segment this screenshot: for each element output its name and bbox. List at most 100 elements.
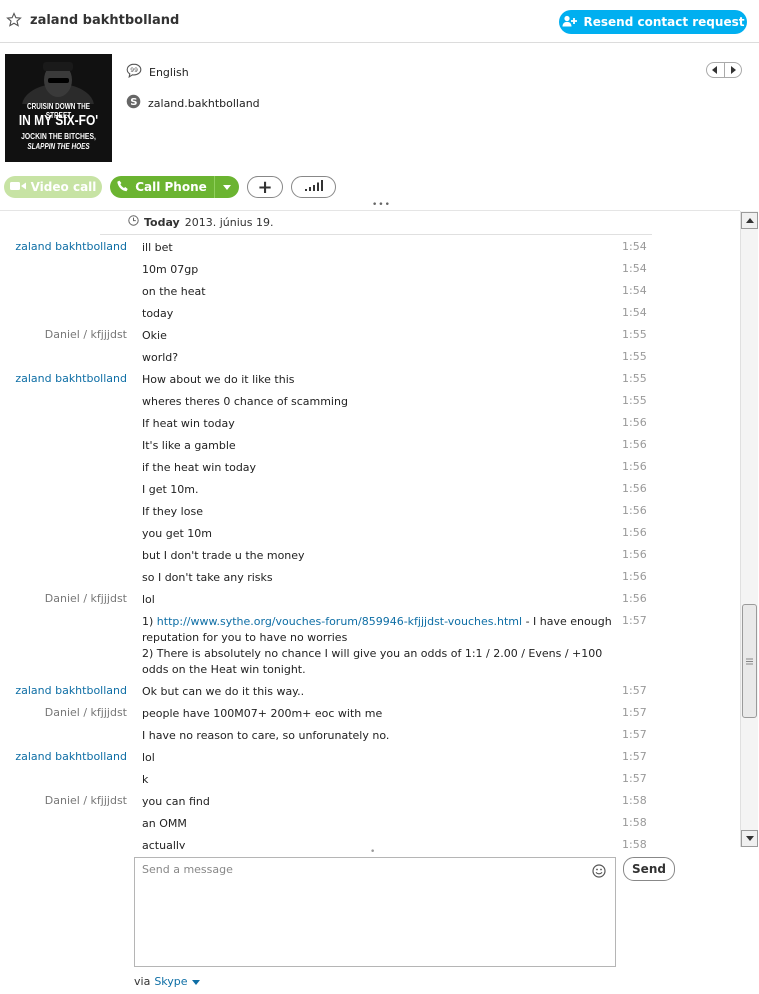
message-text: wheres theres 0 chance of scamming [142, 395, 348, 408]
video-call-button[interactable]: Video call [4, 176, 102, 198]
message-timestamp: 1:55 [622, 350, 647, 363]
message-text: an OMM [142, 817, 187, 830]
send-button[interactable]: Send [623, 857, 675, 881]
message-sender[interactable]: Daniel / kfjjjdst [45, 794, 127, 807]
message-text: lol [142, 751, 155, 764]
message-text: If they lose [142, 505, 203, 518]
message-timestamp: 1:58 [622, 794, 647, 807]
message-timestamp: 1:54 [622, 262, 647, 275]
message-timestamp: 1:56 [622, 548, 647, 561]
message-text: so I don't take any risks [142, 571, 273, 584]
profile-navigation [706, 62, 742, 78]
message-text: world? [142, 351, 179, 364]
resend-label: Resend contact request [583, 15, 745, 29]
clock-icon [128, 215, 139, 229]
scroll-down-arrow-icon[interactable] [741, 830, 758, 847]
message-timestamp: 1:55 [622, 394, 647, 407]
message-text: people have 100M07+ 200m+ eoc with me [142, 707, 383, 720]
message-text: but I don't trade u the money [142, 549, 305, 562]
call-quality-button[interactable] [291, 176, 336, 198]
svg-text:99: 99 [130, 67, 138, 74]
message-text: today [142, 307, 174, 320]
message-text: k [142, 773, 149, 786]
previous-arrow-icon[interactable] [707, 63, 725, 77]
day-separator-line [100, 234, 652, 235]
message-text-prefix: 1) [142, 615, 157, 628]
via-label: via [134, 975, 151, 988]
add-participants-button[interactable]: + [247, 176, 283, 198]
message-timestamp: 1:56 [622, 438, 647, 451]
message-timestamp: 1:54 [622, 306, 647, 319]
message-sender[interactable]: zaland bakhtbolland [15, 750, 127, 763]
message-timestamp: 1:56 [622, 570, 647, 583]
message-text: I have no reason to care, so unforunatel… [142, 729, 390, 742]
next-arrow-icon[interactable] [725, 63, 742, 77]
add-contact-icon [562, 15, 578, 30]
message-text: Okie [142, 329, 167, 342]
message-text: actually [142, 839, 186, 849]
message-timestamp: 1:57 [622, 706, 647, 719]
emoticon-icon[interactable] [592, 864, 606, 878]
video-camera-icon [9, 180, 26, 194]
message-input-placeholder: Send a message [142, 863, 233, 876]
message-timestamp: 1:58 [622, 816, 647, 829]
language-label: English [149, 65, 189, 79]
skype-icon: S [126, 94, 141, 112]
message-timestamp: 1:54 [622, 240, 647, 253]
message-link[interactable]: http://www.sythe.org/vouches-forum/85994… [157, 615, 522, 628]
avatar: CRUISIN DOWN THE STREET IN MY SIX-FO' JO… [5, 54, 112, 162]
chevron-down-icon[interactable] [191, 975, 200, 988]
message-timestamp: 1:57 [622, 750, 647, 763]
message-timestamp: 1:56 [622, 504, 647, 517]
call-phone-main[interactable]: Call Phone [110, 176, 215, 198]
avatar-text-line3: JOCKIN THE BITCHES, [21, 131, 96, 141]
contact-name: zaland bakhtbolland [30, 13, 180, 28]
message-sender[interactable]: zaland bakhtbolland [15, 372, 127, 385]
video-call-label: Video call [30, 180, 97, 194]
message-text-line2: 2) There is absolutely no chance I will … [142, 647, 603, 676]
message-timestamp: 1:56 [622, 482, 647, 495]
message-sender[interactable]: zaland bakhtbolland [15, 684, 127, 697]
star-icon[interactable] [6, 12, 22, 28]
message-timestamp: 1:56 [622, 526, 647, 539]
skype-id-row: S zaland.bakhtbolland [126, 94, 260, 112]
speech-bubble-icon: 99 [126, 63, 142, 81]
message-sender[interactable]: Daniel / kfjjjdst [45, 592, 127, 605]
scrollbar-track[interactable] [740, 211, 758, 847]
message-sender[interactable]: Daniel / kfjjjdst [45, 706, 127, 719]
message-timestamp: 1:55 [622, 372, 647, 385]
message-text: It's like a gamble [142, 439, 236, 452]
message-text: If heat win today [142, 417, 235, 430]
message-timestamp: 1:57 [622, 772, 647, 785]
conversation-history: Today 2013. június 19. zaland bakhtbolla… [0, 210, 740, 849]
message-text: if the heat win today [142, 461, 257, 474]
message-text: I get 10m. [142, 483, 199, 496]
message-timestamp: 1:54 [622, 284, 647, 297]
call-phone-button[interactable]: Call Phone [110, 176, 239, 198]
composer-resize-grip[interactable]: • [370, 847, 375, 857]
scrollbar-thumb[interactable] [742, 604, 757, 718]
language-row: 99 English [126, 63, 189, 81]
message-sender[interactable]: zaland bakhtbolland [15, 240, 127, 253]
message-timestamp: 1:56 [622, 416, 647, 429]
message-text: 10m 07gp [142, 263, 199, 276]
day-separator: Today 2013. június 19. [128, 215, 273, 229]
message-sender[interactable]: Daniel / kfjjjdst [45, 328, 127, 341]
call-dropdown-icon[interactable] [215, 184, 239, 190]
resend-contact-request-button[interactable]: Resend contact request [559, 10, 747, 34]
phone-icon [117, 180, 129, 195]
message-text: you can find [142, 795, 210, 808]
message-timestamp: 1:57 [622, 614, 647, 627]
message-timestamp: 1:57 [622, 684, 647, 697]
message-timestamp: 1:56 [622, 592, 647, 605]
message-text: on the heat [142, 285, 206, 298]
message-timestamp: 1:57 [622, 728, 647, 741]
via-selector: via Skype [134, 975, 200, 988]
plus-icon: + [257, 176, 273, 198]
svg-text:S: S [130, 97, 137, 108]
scroll-up-arrow-icon[interactable] [741, 212, 758, 229]
resize-grip[interactable]: ••• [372, 200, 391, 210]
avatar-text-line4: SLAPPIN THE HOES [27, 142, 90, 151]
message-text: 1) http://www.sythe.org/vouches-forum/85… [142, 614, 612, 678]
via-service-dropdown[interactable]: Skype [154, 975, 187, 988]
